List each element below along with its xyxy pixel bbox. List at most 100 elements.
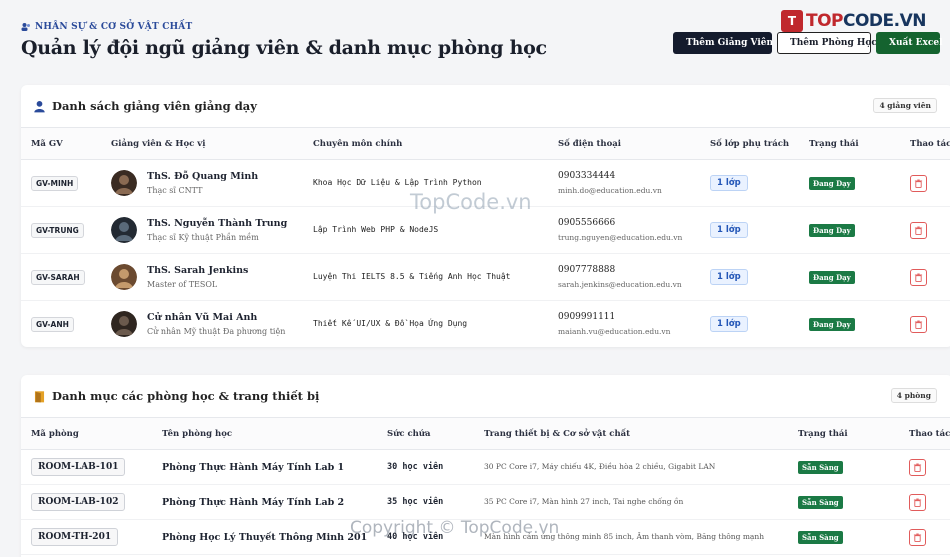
- room-equipment: 30 PC Core i7, Máy chiếu 4K, Điều hòa 2 …: [484, 462, 716, 471]
- room-code: ROOM-TH-201: [31, 528, 119, 546]
- teacher-email: trung.nguyen@education.edu.vn: [558, 233, 683, 242]
- teacher-major: Thiết Kế UI/UX & Đồ Họa Ứng Dụng: [313, 319, 468, 328]
- room-row: ROOM-LAB-101 Phòng Thực Hành Máy Tính Lab…: [21, 449, 950, 485]
- avatar: [111, 170, 137, 196]
- teacher-icon: [34, 100, 45, 112]
- trash-icon: [913, 533, 922, 542]
- col-status: Trạng thái: [799, 127, 900, 160]
- room-capacity: 40 học viên: [387, 532, 444, 542]
- col-room-actions: Thao tác: [899, 417, 950, 450]
- room-status-badge: Sẵn Sàng: [798, 530, 843, 544]
- teacher-degree: Cử nhân Mỹ thuật Đa phương tiện: [147, 327, 286, 336]
- teacher-row: GV-SARAH ThS. Sarah Jenkins Master of TESO…: [21, 253, 950, 301]
- avatar: [111, 217, 137, 243]
- room-capacity: 35 học viên: [387, 497, 444, 507]
- col-major: Chuyên môn chính: [303, 127, 548, 160]
- teacher-info: Cử nhân Vũ Mai Anh Cử nhân Mỹ thuật Đa ph…: [111, 311, 303, 337]
- teacher-phone: 0907778888: [558, 265, 616, 275]
- teacher-degree: Thạc sĩ CNTT: [147, 186, 203, 195]
- delete-room-button[interactable]: [909, 493, 926, 511]
- delete-teacher-button[interactable]: [910, 268, 927, 286]
- room-code: ROOM-LAB-101: [31, 458, 126, 476]
- teacher-name: ThS. Sarah Jenkins: [147, 265, 249, 276]
- trash-icon: [914, 179, 923, 188]
- teachers-count-badge: 4 giảng viên: [873, 98, 937, 113]
- trash-icon: [913, 498, 922, 507]
- rooms-card-header: Danh mục các phòng học & trang thiết bị …: [21, 375, 950, 417]
- rooms-card: Danh mục các phòng học & trang thiết bị …: [21, 375, 950, 557]
- teacher-phone: 0905556666: [558, 218, 616, 228]
- eyebrow-text: NHÂN SỰ & CƠ SỞ VẬT CHẤT: [35, 22, 193, 32]
- teacher-row: GV-ANH Cử nhân Vũ Mai Anh Cử nhân Mỹ thuật…: [21, 300, 950, 347]
- teacher-code: GV-TRUNG: [31, 222, 84, 238]
- brand-logo: T TOPCODE.VN: [780, 10, 927, 32]
- col-phone: Số điện thoại: [548, 127, 700, 160]
- delete-teacher-button[interactable]: [910, 315, 927, 333]
- class-count-badge: 1 lớp: [710, 175, 748, 191]
- teacher-info: ThS. Nguyễn Thành Trung Thạc sĩ Kỹ thuật …: [111, 217, 303, 243]
- teacher-degree: Thạc sĩ Kỹ thuật Phần mềm: [147, 233, 259, 242]
- room-row: ROOM-TH-201 Phòng Học Lý Thuyết Thông Min…: [21, 519, 950, 555]
- room-capacity: 30 học viên: [387, 462, 444, 472]
- add-room-button[interactable]: Thêm Phòng Học: [777, 32, 877, 54]
- trash-icon: [914, 226, 923, 235]
- rooms-title: Danh mục các phòng học & trang thiết bị: [52, 389, 320, 403]
- col-actions: Thao tác: [900, 127, 950, 160]
- teachers-card: Danh sách giảng viên giảng dạy 4 giảng v…: [21, 85, 950, 347]
- delete-teacher-button[interactable]: [910, 174, 927, 192]
- trash-icon: [914, 273, 923, 282]
- teacher-name: Cử nhân Vũ Mai Anh: [147, 312, 258, 323]
- export-excel-button[interactable]: Xuất Excel: [876, 32, 943, 54]
- teachers-card-header: Danh sách giảng viên giảng dạy 4 giảng v…: [21, 85, 950, 127]
- add-teacher-button[interactable]: Thêm Giảng Viên: [673, 32, 773, 54]
- teacher-code: GV-ANH: [31, 316, 74, 332]
- teacher-row: GV-MINH ThS. Đỗ Quang Minh Thạc sĩ CNTT Kho…: [21, 159, 950, 207]
- teacher-info: ThS. Sarah Jenkins Master of TESOL: [111, 264, 303, 290]
- teacher-code: GV-SARAH: [31, 269, 85, 285]
- col-capacity: Sức chứa: [377, 417, 474, 450]
- status-badge: Đang Dạy: [809, 176, 855, 190]
- teacher-phone: 0903334444: [558, 171, 616, 181]
- delete-room-button[interactable]: [909, 458, 926, 476]
- avatar: [111, 311, 137, 337]
- room-equipment: 35 PC Core i7, Màn hình 27 inch, Tai ngh…: [484, 497, 684, 506]
- col-teacher-name: Giảng viên & Học vị: [101, 127, 303, 160]
- teacher-major: Lập Trình Web PHP & NodeJS: [313, 225, 439, 234]
- teachers-table: Mã GV Giảng viên & Học vị Chuyên môn chí…: [21, 127, 950, 347]
- logo-mark: T: [780, 10, 803, 32]
- teacher-major: Luyện Thi IELTS 8.5 & Tiếng Anh Học Thuậ…: [313, 272, 511, 281]
- col-room-status: Trạng thái: [788, 417, 899, 450]
- delete-room-button[interactable]: [909, 528, 926, 546]
- class-count-badge: 1 lớp: [710, 269, 748, 285]
- col-room-code: Mã phòng: [21, 417, 152, 450]
- status-badge: Đang Dạy: [809, 317, 855, 331]
- room-code: ROOM-LAB-102: [31, 493, 126, 511]
- teacher-info: ThS. Đỗ Quang Minh Thạc sĩ CNTT: [111, 170, 303, 196]
- class-count-badge: 1 lớp: [710, 222, 748, 238]
- col-teacher-code: Mã GV: [21, 127, 101, 160]
- teacher-phone: 0909991111: [558, 312, 616, 322]
- teacher-code: GV-MINH: [31, 175, 79, 191]
- room-status-badge: Sẵn Sàng: [798, 460, 843, 474]
- teachers-title: Danh sách giảng viên giảng dạy: [52, 99, 257, 113]
- teacher-row: GV-TRUNG ThS. Nguyễn Thành Trung Thạc sĩ K…: [21, 206, 950, 254]
- rooms-table: Mã phòng Tên phòng học Sức chứa Trang th…: [21, 417, 950, 555]
- col-equipment: Trang thiết bị & Cơ sở vật chất: [474, 417, 788, 450]
- room-row: ROOM-LAB-102 Phòng Thực Hành Máy Tính Lab…: [21, 484, 950, 520]
- teacher-name: ThS. Nguyễn Thành Trung: [147, 218, 288, 229]
- teacher-email: maianh.vu@education.edu.vn: [558, 327, 671, 336]
- trash-icon: [913, 463, 922, 472]
- teacher-email: minh.do@education.edu.vn: [558, 186, 662, 195]
- trash-icon: [914, 320, 923, 329]
- logo-text: TOPCODE.VN: [805, 11, 927, 31]
- status-badge: Đang Dạy: [809, 270, 855, 284]
- door-open-icon: [34, 390, 45, 402]
- room-status-badge: Sẵn Sàng: [798, 495, 843, 509]
- col-classes: Số lớp phụ trách: [700, 127, 799, 160]
- header-actions: Thêm Giảng Viên Thêm Phòng Học Xuất Exce…: [673, 32, 943, 54]
- delete-teacher-button[interactable]: [910, 221, 927, 239]
- room-name: Phòng Học Lý Thuyết Thông Minh 201: [162, 531, 368, 543]
- room-name: Phòng Thực Hành Máy Tính Lab 1: [162, 461, 345, 473]
- status-badge: Đang Dạy: [809, 223, 855, 237]
- teacher-name: ThS. Đỗ Quang Minh: [147, 171, 259, 182]
